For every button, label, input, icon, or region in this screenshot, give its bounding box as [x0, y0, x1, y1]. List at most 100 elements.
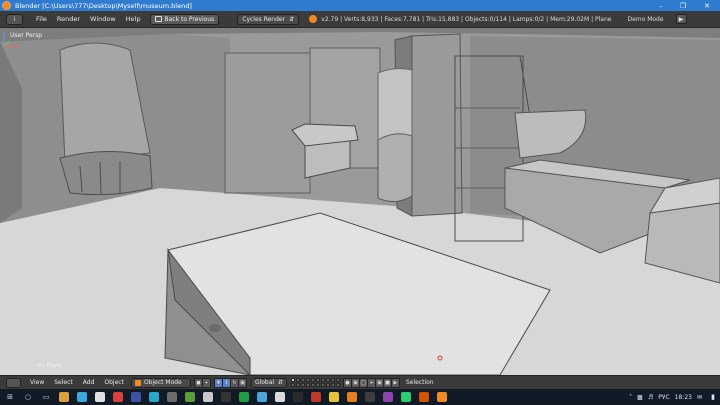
app-14-taskbar-button[interactable]: [290, 390, 306, 404]
app-13-icon: [275, 392, 285, 402]
active-object-label: (0) Plane: [37, 363, 62, 369]
scale-manipulator[interactable]: ▣: [237, 377, 247, 388]
mode-select[interactable]: Object Mode: [130, 377, 191, 388]
app-4-taskbar-button[interactable]: [110, 390, 126, 404]
app-5-taskbar-button[interactable]: [128, 390, 144, 404]
app-14-icon: [293, 392, 303, 402]
app-10-icon: [221, 392, 231, 402]
app-1-icon: [59, 392, 69, 402]
show-desktop-button[interactable]: ▮: [706, 389, 720, 405]
app-20-taskbar-button[interactable]: [398, 390, 414, 404]
app-15-icon: [311, 392, 321, 402]
blender-app-icon: [2, 1, 11, 10]
app-22-taskbar-button[interactable]: [434, 390, 450, 404]
selection-label: Selection: [405, 379, 434, 386]
center-column: [409, 33, 463, 217]
demo-mode-label: Demo Mode: [627, 15, 664, 23]
layer-buttons[interactable]: [290, 378, 340, 387]
clock[interactable]: 18:23: [675, 394, 692, 401]
menu-add[interactable]: Add: [78, 379, 100, 386]
windows-start-icon[interactable]: ⊞: [2, 390, 18, 404]
info-header: i File Render Window Help Back to Previo…: [0, 11, 720, 28]
menu-view[interactable]: View: [25, 379, 49, 386]
taskbar-apps: ○ ▭: [18, 390, 450, 404]
search-icon-taskbar-button[interactable]: ○: [20, 390, 36, 404]
app-20-icon: [401, 392, 411, 402]
app-7-icon: [167, 392, 177, 402]
shading-group: ● ⌖: [193, 377, 211, 388]
round-display: [377, 133, 413, 202]
app-18-taskbar-button[interactable]: [362, 390, 378, 404]
app-11-icon: [239, 392, 249, 402]
language-indicator[interactable]: РУС: [658, 394, 669, 401]
view-menu-bar: View Select Add Object: [25, 379, 129, 386]
app-12-icon: [257, 392, 267, 402]
dropdown-arrows-icon: ⇵: [277, 379, 283, 386]
app-16-icon: [329, 392, 339, 402]
minimize-button[interactable]: –: [650, 0, 672, 11]
app-13-taskbar-button[interactable]: [272, 390, 288, 404]
app-3-icon: [95, 392, 105, 402]
object-mode-icon: [134, 379, 141, 386]
app-6-taskbar-button[interactable]: [146, 390, 162, 404]
back-to-previous-label: Back to Previous: [164, 15, 215, 23]
pivot-point-button[interactable]: ⌖: [201, 377, 211, 388]
network-icon[interactable]: ▩: [637, 394, 643, 401]
manipulator-group: ❖ ↕ ↻ ▣: [213, 377, 247, 388]
app-10-taskbar-button[interactable]: [218, 390, 234, 404]
dropdown-arrows-icon: ⇵: [289, 15, 295, 23]
play-button[interactable]: ▶: [675, 14, 687, 24]
app-18-icon: [365, 392, 375, 402]
notification-icon[interactable]: ✉: [697, 394, 702, 401]
menu-object[interactable]: Object: [99, 379, 129, 386]
menu-file[interactable]: File: [31, 15, 52, 23]
volume-icon[interactable]: ♬: [648, 394, 653, 401]
app-3-taskbar-button[interactable]: [92, 390, 108, 404]
app-5-icon: [131, 392, 141, 402]
app-6-icon: [149, 392, 159, 402]
menu-help[interactable]: Help: [121, 15, 146, 23]
editor-type-button[interactable]: [6, 377, 21, 388]
3d-viewport[interactable]: User Persp (0) Plane: [0, 28, 720, 375]
window-controls: – ❐ ✕: [650, 0, 720, 11]
app-21-taskbar-button[interactable]: [416, 390, 432, 404]
window-title: Blender [C:\Users\777\Desktop\Myself\mus…: [15, 1, 192, 10]
editor-type-button[interactable]: i: [6, 13, 23, 25]
chevron-up-icon[interactable]: ˄: [629, 394, 632, 401]
maximize-button[interactable]: ❐: [672, 0, 694, 11]
menu-window[interactable]: Window: [85, 15, 121, 23]
app-9-icon: [203, 392, 213, 402]
app-2-taskbar-button[interactable]: [74, 390, 90, 404]
viewport-scene: [0, 28, 720, 375]
back-to-previous-button[interactable]: Back to Previous: [149, 13, 220, 25]
app-7-taskbar-button[interactable]: [164, 390, 180, 404]
app-2-icon: [77, 392, 87, 402]
render-anim-button[interactable]: ▶: [390, 377, 400, 388]
snap-group: ● ▣ ◯ ☙ ▣ ■ ▶: [342, 377, 400, 388]
app-17-taskbar-button[interactable]: [344, 390, 360, 404]
window-titlebar: Blender [C:\Users\777\Desktop\Myself\mus…: [0, 0, 720, 11]
close-button[interactable]: ✕: [694, 0, 720, 11]
menu-render[interactable]: Render: [52, 15, 85, 23]
app-8-taskbar-button[interactable]: [182, 390, 198, 404]
mode-value: Object Mode: [143, 379, 182, 386]
orientation-value: Global: [254, 379, 275, 386]
render-engine-select[interactable]: Cycles Render ⇵: [237, 13, 300, 25]
task-view-icon-taskbar-button[interactable]: ▭: [38, 390, 54, 404]
app-15-taskbar-button[interactable]: [308, 390, 324, 404]
app-9-taskbar-button[interactable]: [200, 390, 216, 404]
render-engine-value: Cycles Render: [242, 15, 286, 23]
app-1-taskbar-button[interactable]: [56, 390, 72, 404]
app-12-taskbar-button[interactable]: [254, 390, 270, 404]
app-11-taskbar-button[interactable]: [236, 390, 252, 404]
screen-icon: [154, 16, 162, 22]
cylinder-base: [59, 151, 153, 196]
app-21-icon: [419, 392, 429, 402]
app-19-taskbar-button[interactable]: [380, 390, 396, 404]
app-16-taskbar-button[interactable]: [326, 390, 342, 404]
back-wall-panel-1: [224, 52, 311, 194]
menu-select[interactable]: Select: [49, 379, 78, 386]
taskbar: ⊞ ○ ▭ ˄ ▩ ♬ РУС 18:23 ✉ ▮: [0, 389, 720, 405]
app-8-icon: [185, 392, 195, 402]
transform-orientation-select[interactable]: Global ⇵: [250, 377, 287, 388]
